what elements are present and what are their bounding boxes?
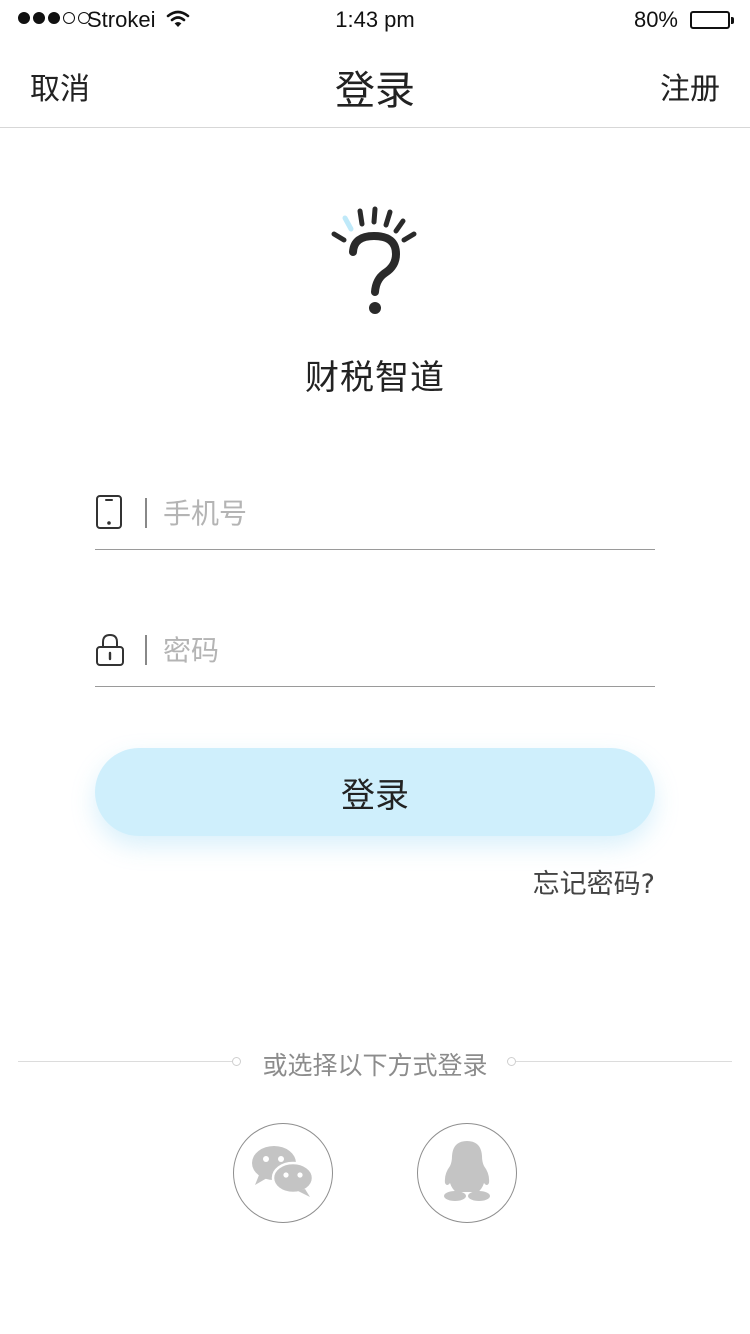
page-title: 登录 xyxy=(335,68,415,114)
navigation-bar: 取消 登录 注册 xyxy=(0,40,750,128)
register-button[interactable]: 注册 xyxy=(660,64,720,108)
app-name: 财税智道 xyxy=(305,358,445,398)
divider-line xyxy=(516,1061,732,1062)
wechat-icon xyxy=(249,1143,317,1203)
qq-icon xyxy=(440,1139,494,1207)
divider-dot xyxy=(507,1057,516,1066)
battery-icon xyxy=(690,11,734,29)
lock-icon xyxy=(95,631,125,671)
phone-field xyxy=(95,478,655,550)
field-divider xyxy=(145,498,147,528)
login-button[interactable]: 登录 xyxy=(95,748,655,836)
wechat-login-button[interactable] xyxy=(233,1123,333,1223)
password-input[interactable] xyxy=(163,625,643,675)
phone-input[interactable] xyxy=(163,488,643,538)
forgot-password-link[interactable]: 忘记密码? xyxy=(533,862,655,901)
battery-percentage: 80% xyxy=(633,7,678,32)
phone-icon xyxy=(95,494,125,534)
status-bar: Strokei 1:43 pm 80% xyxy=(0,0,750,40)
password-field xyxy=(95,615,655,687)
qq-login-button[interactable] xyxy=(417,1123,517,1223)
field-divider xyxy=(145,635,147,665)
login-screen: Strokei 1:43 pm 80% 取消 登录 注册 财税智道 手机号 登录… xyxy=(0,0,750,1334)
alternative-login-caption: 或选择以下方式登录 xyxy=(262,1051,488,1080)
question-mark-logo-icon xyxy=(328,206,422,322)
alternative-login-divider: 或选择以下方式登录 xyxy=(0,1046,750,1080)
